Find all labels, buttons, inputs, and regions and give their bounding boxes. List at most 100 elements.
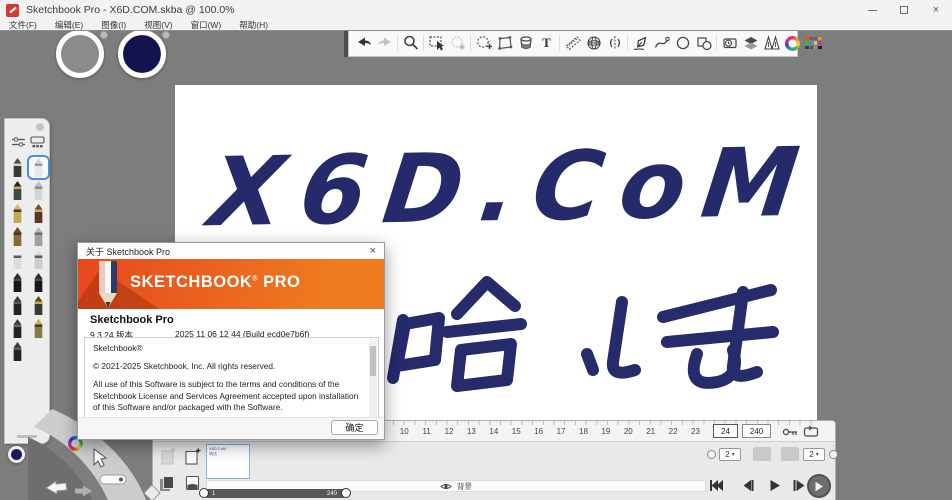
brush-14[interactable] xyxy=(8,318,27,339)
ellipse-button[interactable] xyxy=(672,31,693,55)
maximize-button[interactable] xyxy=(888,0,920,20)
brush-15[interactable] xyxy=(29,318,48,339)
frame-thumbnail[interactable]: X6D.CoM 哈达 xyxy=(206,444,250,479)
frame-number-22[interactable]: 22 xyxy=(662,427,684,436)
brush-12[interactable] xyxy=(8,295,27,316)
brush-puck-pin-icon[interactable] xyxy=(100,31,108,39)
menu-item-5[interactable]: 帮助(H) xyxy=(230,19,277,31)
current-color-swatch[interactable] xyxy=(8,446,25,463)
range-scrubber[interactable]: 1 240 xyxy=(199,489,351,499)
left-loop-radio[interactable] xyxy=(707,450,716,459)
left-loop-count-select[interactable]: 2 ▾ xyxy=(719,448,741,461)
brush-6[interactable] xyxy=(8,226,27,247)
predictive-stroke-button[interactable] xyxy=(651,31,672,55)
menu-item-2[interactable]: 图像(I) xyxy=(92,19,135,31)
range-start-handle[interactable] xyxy=(199,488,209,498)
color-puck[interactable] xyxy=(118,30,166,78)
scrubber-bar[interactable] xyxy=(203,489,347,498)
lagoon-diamond-handle[interactable] xyxy=(144,485,160,500)
shapes-button[interactable] xyxy=(693,31,714,55)
license-text-box[interactable]: Sketchbook® © 2021-2025 Sketchbook, Inc.… xyxy=(84,337,379,419)
palette-close-icon[interactable] xyxy=(36,123,44,131)
license-scrollbar[interactable] xyxy=(369,339,377,418)
brush-puck[interactable] xyxy=(56,30,104,78)
ink-pen-button[interactable] xyxy=(630,31,651,55)
visibility-eye-icon[interactable] xyxy=(440,482,452,491)
brush-10[interactable] xyxy=(8,272,27,293)
brush-16[interactable] xyxy=(8,341,27,362)
frame-number-10[interactable]: 10 xyxy=(393,427,415,436)
step-forward-button[interactable] xyxy=(793,479,806,492)
timelapse-button[interactable] xyxy=(719,31,740,55)
frame-number-16[interactable]: 16 xyxy=(527,427,549,436)
fill-button[interactable] xyxy=(515,31,536,55)
dialog-close-button[interactable]: × xyxy=(370,246,376,257)
frame-number-12[interactable]: 12 xyxy=(438,427,460,436)
range-end-handle[interactable] xyxy=(341,488,351,498)
brush-1[interactable] xyxy=(29,157,48,178)
minimize-button[interactable] xyxy=(856,0,888,20)
frame-number-23[interactable]: 23 xyxy=(684,427,706,436)
brush-2[interactable] xyxy=(8,180,27,201)
loop-icon[interactable] xyxy=(803,425,820,438)
select-tool-button[interactable] xyxy=(426,31,447,55)
brush-0[interactable] xyxy=(8,157,27,178)
frame-number-20[interactable]: 20 xyxy=(617,427,639,436)
keyframe-icon[interactable] xyxy=(782,427,799,438)
ruler-button[interactable] xyxy=(562,31,583,55)
right-loop-count-select[interactable]: 2 ▾ xyxy=(803,448,825,461)
license-scroll-thumb[interactable] xyxy=(370,346,376,376)
frame-number-11[interactable]: 11 xyxy=(415,427,437,436)
brush-9[interactable] xyxy=(29,249,48,270)
add-selection-button[interactable] xyxy=(473,31,494,55)
brush-settings-icon[interactable] xyxy=(11,136,26,148)
play-button[interactable] xyxy=(769,479,781,492)
frame-number-19[interactable]: 19 xyxy=(595,427,617,436)
current-frame-input[interactable] xyxy=(713,424,738,438)
zoom-tool-button[interactable] xyxy=(400,31,421,55)
brush-3[interactable] xyxy=(29,180,48,201)
frame-number-14[interactable]: 14 xyxy=(483,427,505,436)
color-wheel-button[interactable] xyxy=(782,31,803,55)
brush-11[interactable] xyxy=(29,272,48,293)
license-line-3: All use of this Software is subject to t… xyxy=(93,379,362,413)
play-all-button[interactable] xyxy=(807,474,831,498)
color-puck-pin-icon[interactable] xyxy=(162,31,170,39)
symmetry-button[interactable] xyxy=(604,31,625,55)
frame-number-18[interactable]: 18 xyxy=(572,427,594,436)
dialog-title-bar[interactable]: 关于 Sketchbook Pro × xyxy=(78,243,384,259)
brush-5[interactable] xyxy=(29,203,48,224)
redo-button[interactable] xyxy=(374,31,395,55)
brush-13[interactable] xyxy=(29,295,48,316)
frame-number-17[interactable]: 17 xyxy=(550,427,572,436)
color-palette-button[interactable] xyxy=(803,31,824,55)
skip-to-start-button[interactable] xyxy=(709,479,724,492)
right-loop-radio[interactable] xyxy=(829,450,838,459)
total-frames-input[interactable] xyxy=(742,424,771,438)
menu-item-3[interactable]: 视图(V) xyxy=(135,19,181,31)
lagoon-slider[interactable] xyxy=(100,475,126,484)
text-tool-button[interactable]: T xyxy=(536,31,557,55)
perspective-button[interactable] xyxy=(583,31,604,55)
step-back-button[interactable] xyxy=(741,479,754,492)
undo-button[interactable] xyxy=(353,31,374,55)
frame-number-21[interactable]: 21 xyxy=(639,427,661,436)
brush-library-icon[interactable] xyxy=(30,136,45,148)
frame-number-15[interactable]: 15 xyxy=(505,427,527,436)
menu-item-1[interactable]: 编辑(E) xyxy=(46,19,92,31)
brush-icon xyxy=(33,273,45,292)
add-frame-after-icon[interactable] xyxy=(185,448,201,465)
layers-button[interactable] xyxy=(740,31,761,55)
frame-number-13[interactable]: 13 xyxy=(460,427,482,436)
color-wheel-icon xyxy=(785,36,800,51)
menu-item-4[interactable]: 窗口(W) xyxy=(182,19,231,31)
steady-stroke-button[interactable] xyxy=(761,31,782,55)
close-button[interactable]: × xyxy=(920,0,952,20)
ok-button[interactable]: 确定 xyxy=(331,420,378,435)
transform-button[interactable] xyxy=(494,31,515,55)
brush-4[interactable] xyxy=(8,203,27,224)
menu-item-0[interactable]: 文件(F) xyxy=(0,19,46,31)
brush-7[interactable] xyxy=(29,226,48,247)
brush-8[interactable] xyxy=(8,249,27,270)
deselect-button[interactable] xyxy=(447,31,468,55)
